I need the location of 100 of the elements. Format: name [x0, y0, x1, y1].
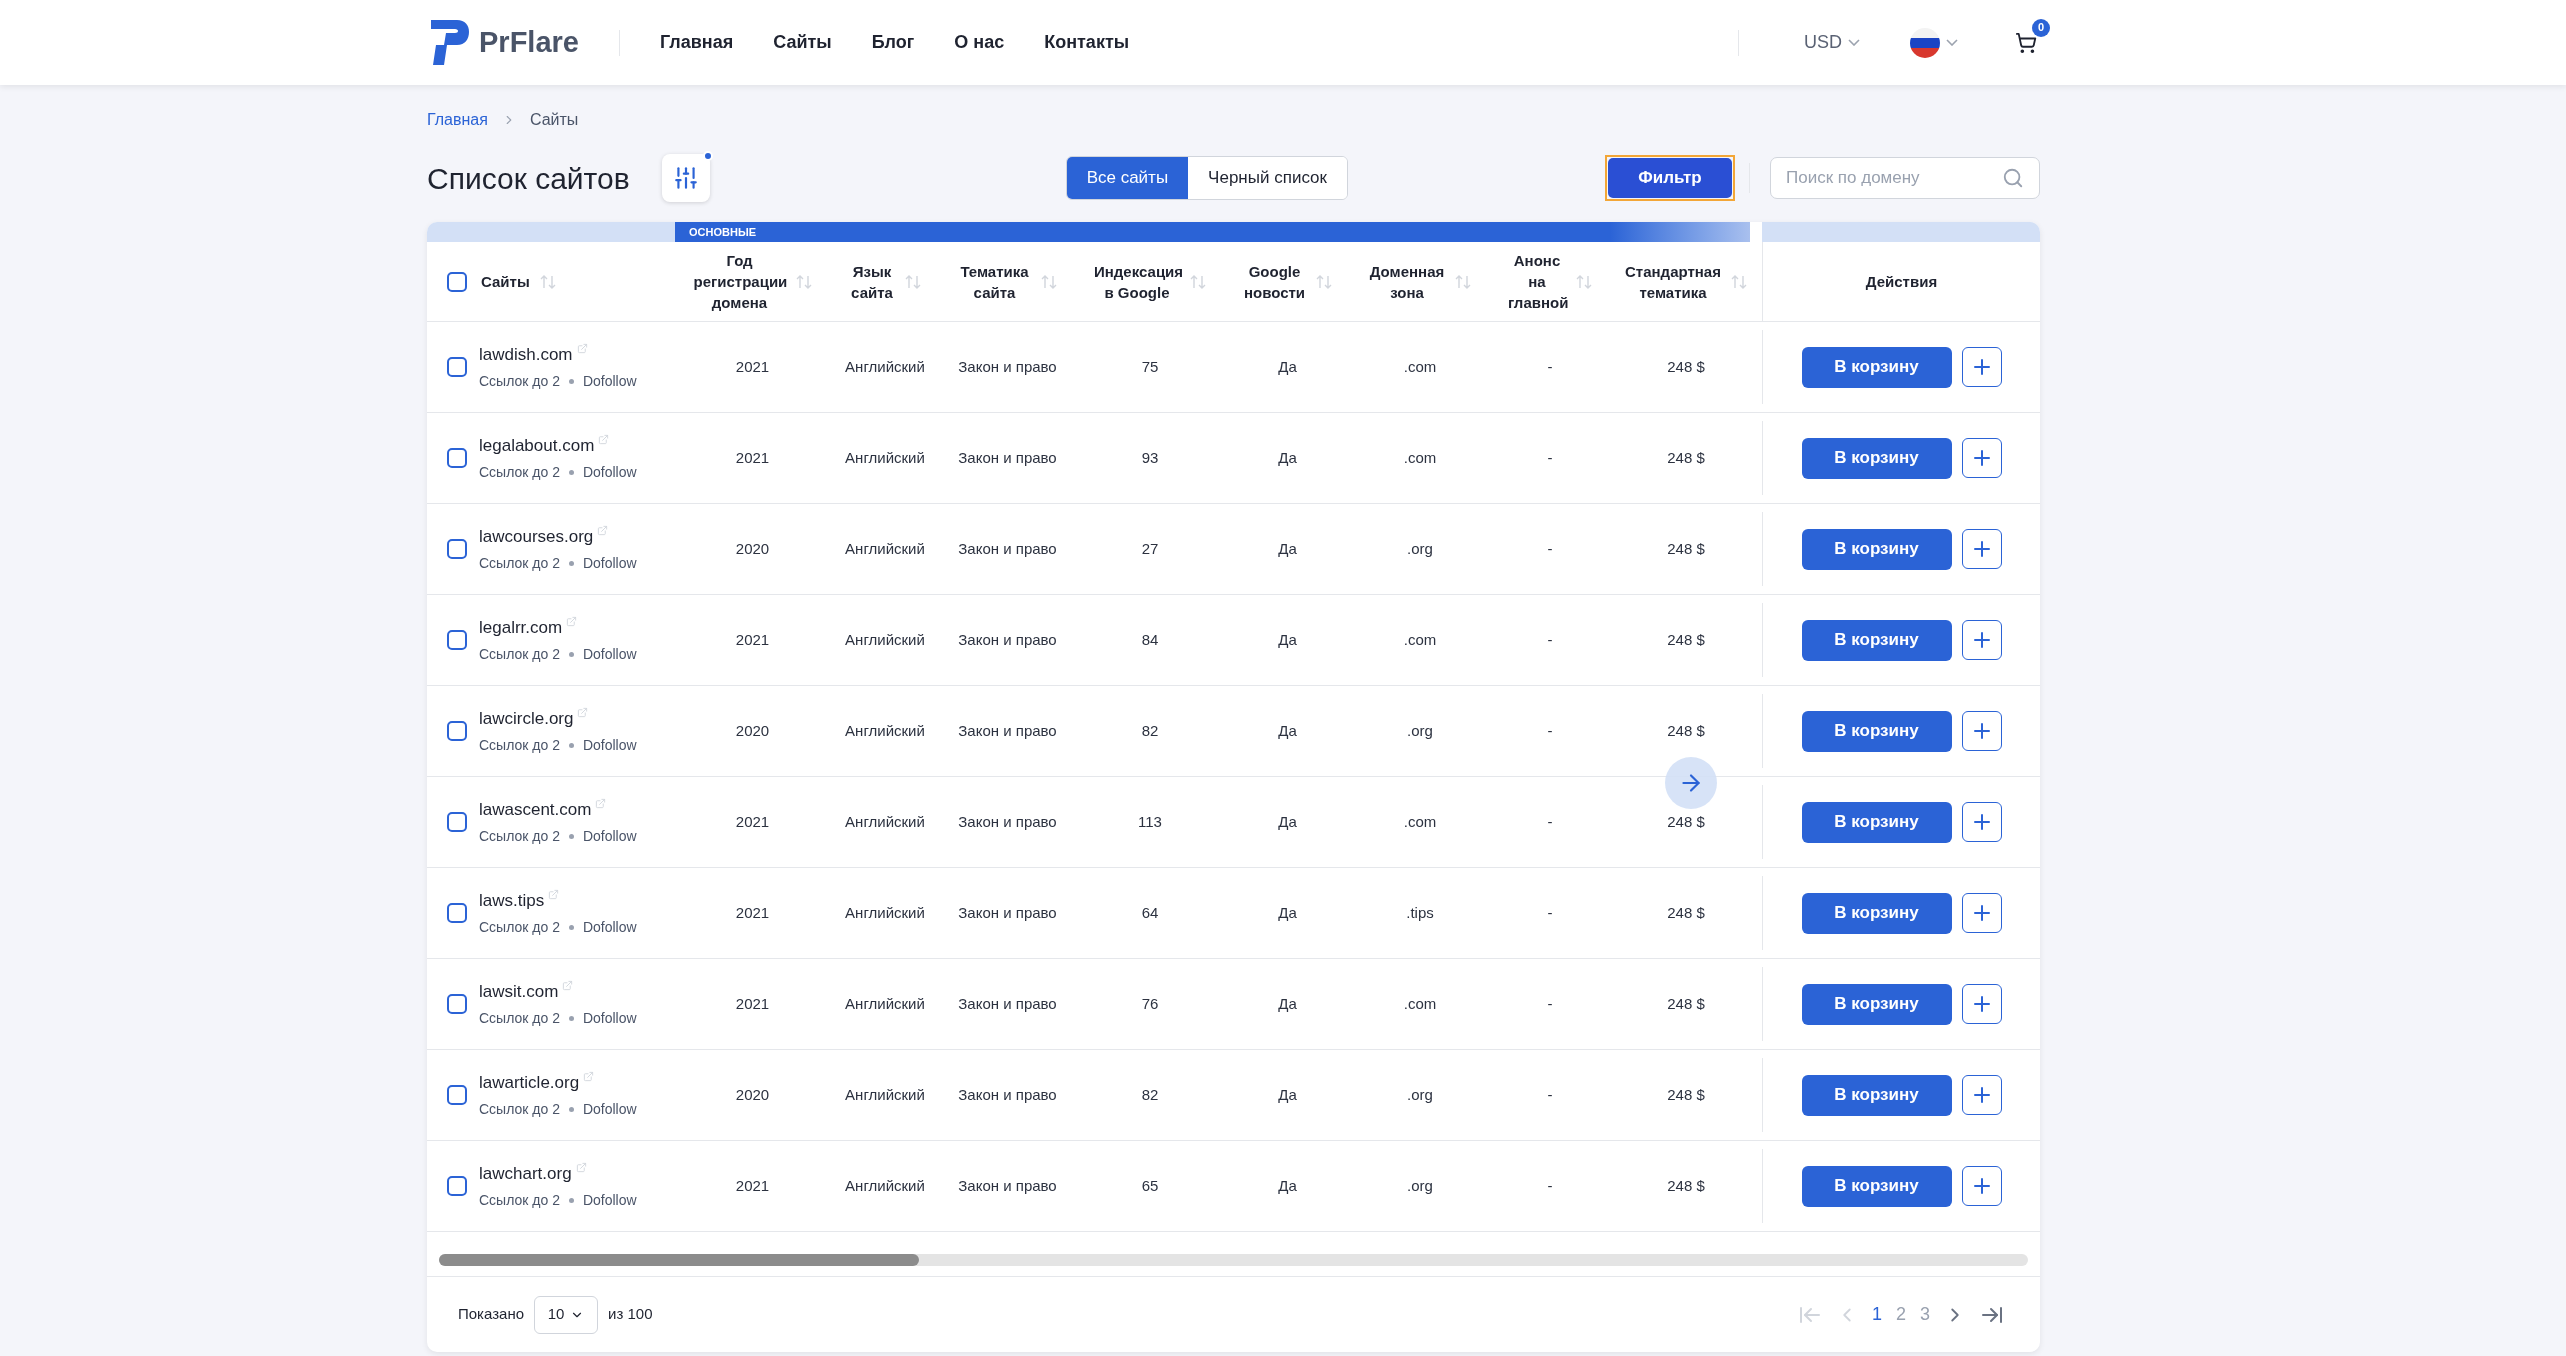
- table-cell-text: Английский: [845, 1084, 925, 1105]
- table-cell-text: 248 $: [1667, 811, 1705, 832]
- search-field[interactable]: Поиск по домену: [1770, 157, 2040, 199]
- checkbox[interactable]: [447, 1176, 467, 1196]
- site-link[interactable]: lawcircle.org: [479, 706, 574, 732]
- add-button[interactable]: [1961, 802, 2002, 842]
- table-cell-text: Да: [1278, 902, 1297, 923]
- site-link[interactable]: legalrr.com: [479, 615, 563, 641]
- add-to-cart-button[interactable]: В корзину: [1801, 437, 1952, 479]
- checkbox[interactable]: [447, 1085, 467, 1105]
- nav-link[interactable]: Главная: [659, 29, 734, 56]
- shown-label: Показано: [458, 1304, 525, 1325]
- settings-button[interactable]: [661, 154, 710, 202]
- add-button[interactable]: [1961, 347, 2002, 387]
- links-limit: Ссылок до 2: [479, 1008, 560, 1028]
- nav-link[interactable]: Блог: [871, 29, 915, 56]
- add-button[interactable]: [1961, 1075, 2002, 1115]
- language-dropdown[interactable]: [1910, 27, 1958, 58]
- add-to-cart-button[interactable]: В корзину: [1801, 710, 1952, 752]
- add-to-cart-button[interactable]: В корзину: [1801, 346, 1952, 388]
- table-cell-text: 2020: [735, 720, 770, 741]
- add-button[interactable]: [1961, 711, 2002, 751]
- table-cell-text: Да: [1278, 356, 1297, 377]
- table-cell-text: 2021: [735, 902, 770, 923]
- group-band: ОСНОВНЫЕ: [675, 222, 1750, 242]
- table-cell-text: 2020: [735, 1084, 770, 1105]
- add-button[interactable]: [1961, 529, 2002, 569]
- checkbox[interactable]: [447, 539, 467, 559]
- add-button[interactable]: [1961, 438, 2002, 478]
- table-cell-text: 113: [1138, 811, 1162, 832]
- site-link[interactable]: lawascent.com: [479, 797, 592, 823]
- table-cell-text: Закон и право: [958, 538, 1057, 559]
- add-to-cart-button[interactable]: В корзину: [1801, 619, 1952, 661]
- nav-link[interactable]: О нас: [954, 29, 1005, 56]
- table-cell-text: 75: [1141, 356, 1159, 377]
- table-cell-text: .org: [1407, 538, 1433, 559]
- column-header: Доменная зона: [1369, 261, 1445, 303]
- site-link[interactable]: lawdish.com: [479, 342, 573, 368]
- table-cell-text: Закон и право: [958, 356, 1057, 377]
- table-cell-text: 27: [1141, 538, 1159, 559]
- table-cell-text: 248 $: [1667, 1175, 1705, 1196]
- table-cell-text: 2020: [735, 538, 770, 559]
- site-link[interactable]: lawcourses.org: [479, 524, 594, 550]
- add-to-cart-button[interactable]: В корзину: [1801, 801, 1952, 843]
- add-to-cart-button[interactable]: В корзину: [1801, 528, 1952, 570]
- links-limit: Ссылок до 2: [479, 462, 560, 482]
- site-link[interactable]: lawarticle.org: [479, 1070, 580, 1096]
- checkbox[interactable]: [447, 994, 467, 1014]
- checkbox[interactable]: [447, 812, 467, 832]
- add-to-cart-button[interactable]: В корзину: [1801, 1074, 1952, 1116]
- scrollbar-thumb[interactable]: [439, 1254, 919, 1266]
- table-cell-text: Закон и право: [958, 993, 1057, 1014]
- site-link[interactable]: legalabout.com: [479, 433, 595, 459]
- follow-type: Dofollow: [582, 644, 637, 664]
- page-link[interactable]: 1: [1871, 1301, 1882, 1328]
- add-to-cart-button[interactable]: В корзину: [1801, 892, 1952, 934]
- filter-button[interactable]: Фильтр: [1608, 158, 1732, 198]
- tab[interactable]: Все сайты: [1066, 157, 1189, 199]
- table-cell-text: Да: [1278, 538, 1297, 559]
- external-link-icon: [562, 980, 574, 992]
- currency-dropdown[interactable]: USD: [1804, 29, 1860, 56]
- checkbox[interactable]: [447, 903, 467, 923]
- table-cell-text: -: [1547, 629, 1553, 650]
- site-link[interactable]: lawsit.com: [479, 979, 559, 1005]
- scroll-right-button[interactable]: [1665, 757, 1717, 809]
- table-cell-text: 82: [1141, 1084, 1159, 1105]
- site-link[interactable]: lawchart.org: [479, 1161, 572, 1187]
- checkbox[interactable]: [447, 630, 467, 650]
- nav-link[interactable]: Сайты: [773, 29, 832, 56]
- chevron-icon: [1946, 39, 1958, 46]
- add-button[interactable]: [1961, 620, 2002, 660]
- table-cell-text: 248 $: [1667, 538, 1705, 559]
- add-to-cart-button[interactable]: В корзину: [1801, 1165, 1952, 1207]
- add-button[interactable]: [1961, 893, 2002, 933]
- table-cell-text: 2021: [735, 1175, 770, 1196]
- column-header: Google новости: [1243, 261, 1306, 303]
- search-input[interactable]: Поиск по домену: [1786, 165, 2002, 191]
- table-cell-text: 2021: [735, 993, 770, 1014]
- add-button[interactable]: [1961, 1166, 2002, 1206]
- table-cell-text: .org: [1407, 1175, 1433, 1196]
- site-link[interactable]: laws.tips: [479, 888, 545, 914]
- table-cell-text: Закон и право: [958, 902, 1057, 923]
- checkbox[interactable]: [447, 721, 467, 741]
- table-cell-text: 248 $: [1667, 993, 1705, 1014]
- chevron-icon: [1848, 39, 1860, 46]
- checkbox[interactable]: [447, 357, 467, 377]
- follow-type: Dofollow: [582, 917, 637, 937]
- column-header: Тематика сайта: [959, 261, 1030, 303]
- table-cell-text: Закон и право: [958, 811, 1057, 832]
- breadcrumb-link[interactable]: Главная: [427, 108, 488, 132]
- add-button[interactable]: [1961, 984, 2002, 1024]
- links-limit: Ссылок до 2: [479, 371, 560, 391]
- links-limit: Ссылок до 2: [479, 553, 560, 573]
- checkbox[interactable]: [447, 448, 467, 468]
- add-to-cart-button[interactable]: В корзину: [1801, 983, 1952, 1025]
- external-link-icon: [583, 1071, 595, 1083]
- table-cell-text: 65: [1141, 1175, 1159, 1196]
- page-size-select[interactable]: 10: [534, 1295, 599, 1334]
- checkbox[interactable]: [447, 271, 467, 292]
- nav-link[interactable]: Контакты: [1044, 29, 1130, 56]
